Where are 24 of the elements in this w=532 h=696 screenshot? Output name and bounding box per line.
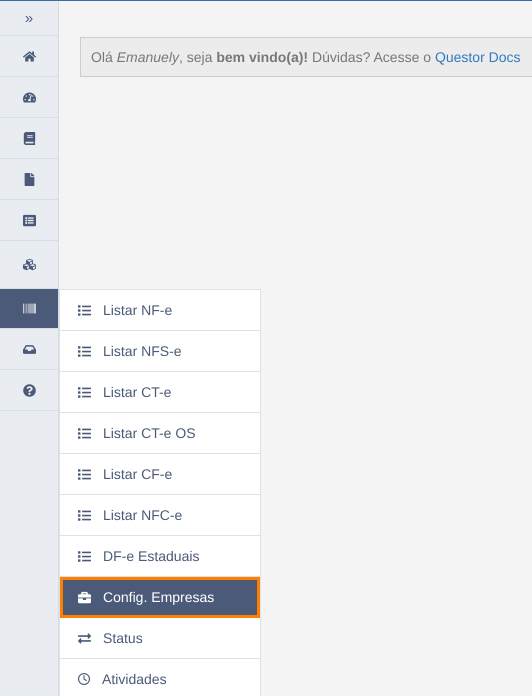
- sidebar-item[interactable]: [0, 289, 58, 329]
- help-icon: [22, 384, 36, 396]
- briefcase-icon: [78, 590, 91, 604]
- list-icon: [78, 550, 91, 562]
- book-icon: [22, 132, 36, 144]
- cubes-icon: [22, 258, 36, 271]
- home-icon: [22, 50, 36, 62]
- barcode-icon: [22, 302, 36, 315]
- list-icon: [78, 344, 91, 358]
- exchange-icon: [78, 632, 91, 644]
- list-icon: [78, 468, 91, 480]
- list-icon: [78, 426, 91, 440]
- inbox-icon: [22, 342, 36, 356]
- file-icon: [22, 172, 36, 186]
- list-icon: [78, 508, 91, 522]
- submenu-item[interactable]: Config. Empresas: [60, 577, 260, 618]
- list-icon: [22, 214, 36, 226]
- welcome-text: Olá Emanuely, seja bem vindo(a)! Dúvidas? Acesse o Questor Docs: [91, 49, 521, 65]
- list-icon: [78, 386, 91, 398]
- dashboard-icon: [22, 90, 36, 104]
- clock-icon: [78, 673, 90, 685]
- expand-toggle[interactable]: »: [0, 1, 58, 36]
- docs-link[interactable]: Questor Docs: [434, 49, 521, 65]
- list-icon: [78, 304, 91, 316]
